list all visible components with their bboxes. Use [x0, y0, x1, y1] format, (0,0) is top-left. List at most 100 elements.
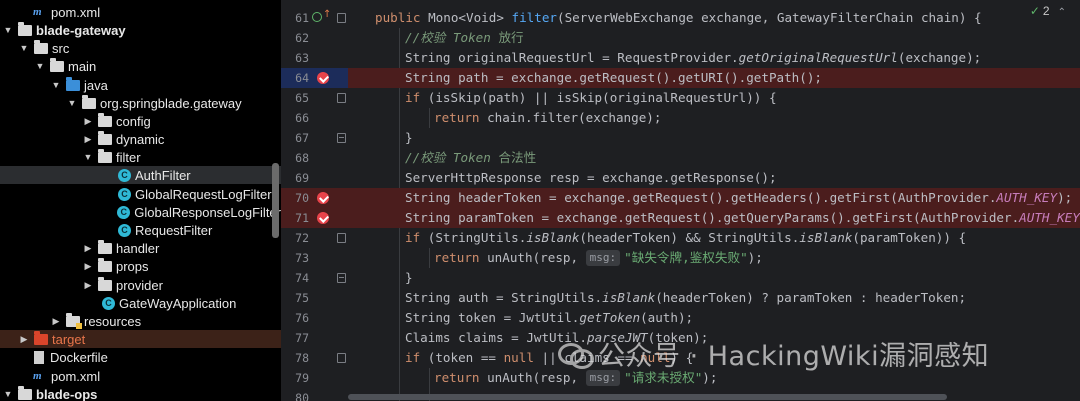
- code-text: }: [405, 270, 413, 285]
- tree-item-props[interactable]: ▶ props: [0, 257, 281, 275]
- tree-item-globalresponselogfilter[interactable]: C GlobalResponseLogFilter: [0, 203, 281, 221]
- line-number: 70: [295, 191, 309, 205]
- chevron-right-icon[interactable]: ▶: [50, 316, 62, 327]
- tree-item-authfilter[interactable]: C AuthFilter: [0, 166, 281, 184]
- fold-icon[interactable]: [337, 93, 346, 103]
- tree-item-main[interactable]: ▼ main: [0, 57, 281, 75]
- line-number: 73: [295, 251, 309, 265]
- folder-icon: [50, 57, 64, 72]
- tree-scrollbar[interactable]: [272, 163, 279, 238]
- project-tree: m pom.xml ▼ blade-gateway ▼ src ▼ main ▼…: [0, 0, 281, 401]
- fold-end-icon[interactable]: [337, 133, 346, 143]
- chevron-right-icon[interactable]: ▶: [82, 243, 94, 254]
- tree-item-filter[interactable]: ▼ filter: [0, 148, 281, 166]
- code-text: String paramToken = exchange.getRequest(…: [405, 210, 1080, 225]
- code-line-68[interactable]: 68 //校验 Token 合法性: [281, 148, 1080, 168]
- chevron-down-icon[interactable]: ▼: [18, 43, 30, 53]
- tree-item-pom-xml[interactable]: m pom.xml: [0, 367, 281, 385]
- code-text: ServerHttpResponse resp = exchange.getRe…: [405, 170, 777, 185]
- package-icon: [98, 239, 112, 254]
- code-line-70[interactable]: 70 String headerToken = exchange.getRequ…: [281, 188, 1080, 208]
- code-line-71[interactable]: 71 String paramToken = exchange.getReque…: [281, 208, 1080, 228]
- chevron-down-icon[interactable]: ▼: [66, 98, 78, 108]
- code-editor[interactable]: ✓ 2 ⌃ 61 ↑ public Mono<Void> filter(Server…: [281, 0, 1080, 401]
- code-line-77[interactable]: 77 Claims claims = JwtUtil.parseJWT(toke…: [281, 328, 1080, 348]
- code-line-64[interactable]: 64 String path = exchange.getRequest().g…: [281, 68, 1080, 88]
- tree-item-config[interactable]: ▶ config: [0, 112, 281, 130]
- line-number: 69: [295, 171, 309, 185]
- code-line-61[interactable]: 61 ↑ public Mono<Void> filter(ServerWebE…: [281, 8, 1080, 28]
- breakpoint-icon[interactable]: [317, 212, 329, 224]
- chevron-down-icon[interactable]: ▼: [82, 152, 94, 162]
- fold-icon[interactable]: [337, 233, 346, 243]
- chevron-down-icon[interactable]: ▼: [2, 389, 14, 399]
- code-text: return unAuth(resp, msg: "请求未授权");: [434, 370, 718, 386]
- tree-item-package[interactable]: ▼ org.springblade.gateway: [0, 94, 281, 112]
- tree-item-requestfilter[interactable]: C RequestFilter: [0, 221, 281, 239]
- chevron-right-icon[interactable]: ▶: [82, 261, 94, 272]
- code-line-78[interactable]: 78 if (token == null || claims == null) …: [281, 348, 1080, 368]
- code-text: }: [405, 130, 413, 145]
- tree-item-dockerfile[interactable]: Dockerfile: [0, 348, 281, 366]
- code-line-76[interactable]: 76 String token = JwtUtil.getToken(auth)…: [281, 308, 1080, 328]
- tree-item-target[interactable]: ▶ target: [0, 330, 281, 348]
- code-line-75[interactable]: 75 String auth = StringUtils.isBlank(hea…: [281, 288, 1080, 308]
- line-number: 68: [295, 151, 309, 165]
- code-line-62[interactable]: 62 //校验 Token 放行: [281, 28, 1080, 48]
- chevron-down-icon[interactable]: ▼: [50, 80, 62, 90]
- chevron-right-icon[interactable]: ▶: [82, 116, 94, 127]
- code-line-74[interactable]: 74 }: [281, 268, 1080, 288]
- code-comment: //校验 Token 合法性: [405, 150, 537, 165]
- code-text: String auth = StringUtils.isBlank(header…: [405, 290, 967, 305]
- chevron-right-icon[interactable]: ▶: [82, 134, 94, 145]
- line-number: 72: [295, 231, 309, 245]
- tree-item-java[interactable]: ▼ java: [0, 76, 281, 94]
- class-icon: C: [118, 223, 131, 237]
- horizontal-scrollbar[interactable]: [348, 394, 947, 400]
- code-text: String token = JwtUtil.getToken(auth);: [405, 310, 694, 325]
- fold-icon[interactable]: [337, 13, 346, 23]
- class-icon: C: [117, 205, 131, 219]
- chevron-right-icon[interactable]: ▶: [18, 334, 30, 345]
- tree-item-blade-gateway[interactable]: ▼ blade-gateway: [0, 21, 281, 39]
- fold-end-icon[interactable]: [337, 273, 346, 283]
- code-line-63[interactable]: 63 String originalRequestUrl = RequestPr…: [281, 48, 1080, 68]
- spring-app-class-icon: C: [102, 296, 115, 310]
- tree-item-handler[interactable]: ▶ handler: [0, 239, 281, 257]
- tree-item-resources[interactable]: ▶ resources: [0, 312, 281, 330]
- line-number: 75: [295, 291, 309, 305]
- code-line-69[interactable]: 69 ServerHttpResponse resp = exchange.ge…: [281, 168, 1080, 188]
- line-number: 65: [295, 91, 309, 105]
- parameter-hint: msg:: [585, 370, 621, 386]
- fold-icon[interactable]: [337, 353, 346, 363]
- implements-icon[interactable]: [312, 12, 322, 22]
- code-line-65[interactable]: 65 if (isSkip(path) || isSkip(originalRe…: [281, 88, 1080, 108]
- resources-folder-icon: [66, 312, 82, 329]
- chevron-right-icon[interactable]: ▶: [82, 280, 94, 291]
- package-icon: [98, 276, 112, 291]
- code-line-67[interactable]: 67 }: [281, 128, 1080, 148]
- tree-item-blade-ops[interactable]: ▼ blade-ops: [0, 385, 281, 401]
- breakpoint-icon[interactable]: [317, 192, 329, 204]
- code-line-66[interactable]: 66 return chain.filter(exchange);: [281, 108, 1080, 128]
- code-text: if (StringUtils.isBlank(headerToken) && …: [405, 230, 967, 245]
- code-text: String originalRequestUrl = RequestProvi…: [405, 50, 982, 65]
- tree-item-provider[interactable]: ▶ provider: [0, 276, 281, 294]
- tree-item-pom-xml-top[interactable]: m pom.xml: [0, 3, 281, 21]
- breakpoint-icon[interactable]: [317, 72, 329, 84]
- tree-item-globalrequestlogfilter[interactable]: C GlobalRequestLogFilter: [0, 185, 281, 203]
- line-number: 80: [295, 391, 309, 401]
- line-number: 67: [295, 131, 309, 145]
- chevron-down-icon[interactable]: ▼: [2, 25, 14, 35]
- code-text: return unAuth(resp, msg: "缺失令牌,鉴权失败");: [434, 250, 763, 266]
- tree-item-dynamic[interactable]: ▶ dynamic: [0, 130, 281, 148]
- package-icon: [98, 257, 112, 272]
- line-number: 71: [295, 211, 309, 225]
- class-icon: C: [118, 168, 131, 182]
- tree-item-gatewayapplication[interactable]: C GateWayApplication: [0, 294, 281, 312]
- chevron-down-icon[interactable]: ▼: [34, 61, 46, 71]
- tree-item-src[interactable]: ▼ src: [0, 39, 281, 57]
- code-line-79[interactable]: 79 return unAuth(resp, msg: "请求未授权");: [281, 368, 1080, 388]
- code-line-72[interactable]: 72 if (StringUtils.isBlank(headerToken) …: [281, 228, 1080, 248]
- code-line-73[interactable]: 73 return unAuth(resp, msg: "缺失令牌,鉴权失败");: [281, 248, 1080, 268]
